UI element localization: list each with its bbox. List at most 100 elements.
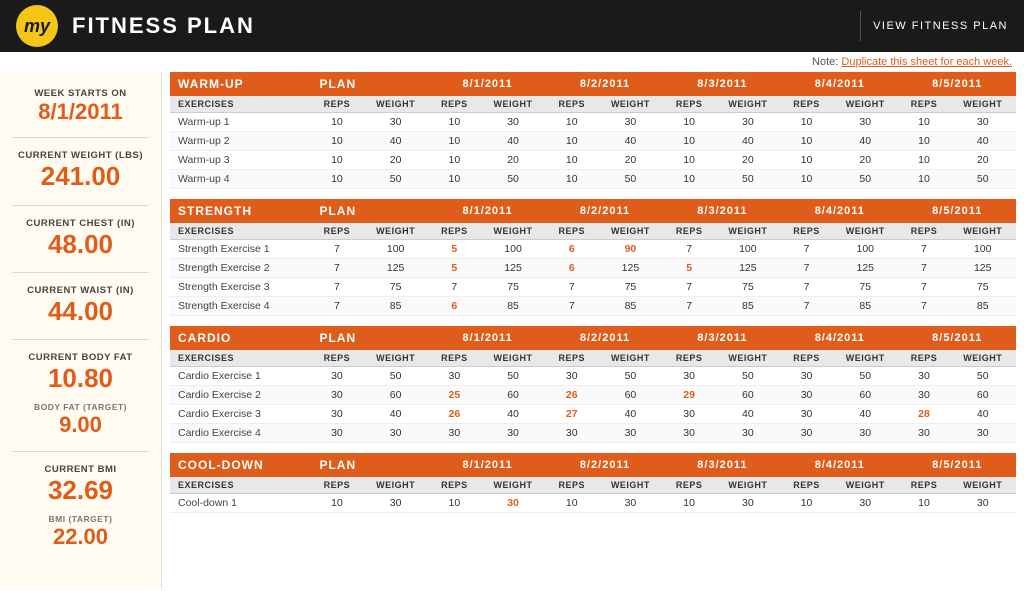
day-reps: 7	[781, 297, 832, 316]
sidebar-divider-1	[12, 137, 149, 138]
plan-reps: 10	[311, 113, 362, 132]
plan-reps: 7	[311, 297, 362, 316]
day-weight: 85	[480, 297, 546, 316]
day-reps: 7	[664, 297, 715, 316]
day-reps: 7	[899, 259, 950, 278]
day-reps: 30	[664, 405, 715, 424]
day-reps: 7	[781, 278, 832, 297]
day-reps: 7	[781, 259, 832, 278]
section-header-row: WARM-UPPLAN8/1/20118/2/20118/3/20118/4/2…	[170, 72, 1016, 96]
day-reps: 7	[899, 297, 950, 316]
plan-reps: 30	[311, 405, 362, 424]
day-weight: 75	[949, 278, 1016, 297]
day-reps-header: REPS	[429, 223, 480, 240]
plan-weight: 125	[362, 259, 428, 278]
day-reps-header: REPS	[664, 350, 715, 367]
day-reps: 10	[429, 494, 480, 513]
exercise-name: Cool-down 1	[170, 494, 311, 513]
exercise-name: Warm-up 3	[170, 151, 311, 170]
day-weight: 60	[597, 386, 663, 405]
exercises-col-header: EXERCISES	[170, 96, 311, 113]
day-reps-header: REPS	[899, 223, 950, 240]
plan-reps: 10	[311, 170, 362, 189]
day-reps-header: REPS	[781, 96, 832, 113]
day-weight: 30	[597, 424, 663, 443]
table-warm-up: WARM-UPPLAN8/1/20118/2/20118/3/20118/4/2…	[170, 72, 1016, 189]
day-reps: 10	[664, 132, 715, 151]
plan-weight: 30	[362, 494, 428, 513]
day-weight: 20	[715, 151, 781, 170]
plan-weight: 40	[362, 132, 428, 151]
day-weight: 20	[832, 151, 898, 170]
exercise-name: Strength Exercise 3	[170, 278, 311, 297]
current-bmi-value: 32.69	[12, 475, 149, 506]
day-reps-header: REPS	[899, 96, 950, 113]
day-weight-header: WEIGHT	[715, 223, 781, 240]
exercises-col-header: EXERCISES	[170, 477, 311, 494]
day-weight: 100	[832, 240, 898, 259]
table-row: Warm-up 1103010301030103010301030	[170, 113, 1016, 132]
day-reps: 10	[664, 170, 715, 189]
date-header: 8/4/2011	[781, 199, 898, 223]
week-starts-item: WEEK STARTS ON 8/1/2011	[12, 88, 149, 125]
day-weight: 100	[715, 240, 781, 259]
current-bmi-label: CURRENT BMI	[12, 464, 149, 475]
day-weight: 90	[597, 240, 663, 259]
day-weight: 50	[832, 170, 898, 189]
day-weight: 30	[715, 424, 781, 443]
day-reps: 10	[664, 151, 715, 170]
day-reps: 30	[546, 367, 597, 386]
exercise-name: Cardio Exercise 4	[170, 424, 311, 443]
week-starts-value: 8/1/2011	[12, 99, 149, 125]
plan-reps: 7	[311, 240, 362, 259]
day-weight: 50	[480, 367, 546, 386]
day-weight: 50	[949, 170, 1016, 189]
day-reps: 10	[781, 170, 832, 189]
day-reps: 10	[664, 113, 715, 132]
date-header: 8/1/2011	[429, 72, 546, 96]
day-weight-header: WEIGHT	[949, 96, 1016, 113]
day-weight-header: WEIGHT	[832, 477, 898, 494]
day-weight: 60	[949, 386, 1016, 405]
exercise-name: Cardio Exercise 2	[170, 386, 311, 405]
day-weight: 50	[597, 170, 663, 189]
sidebar-divider-4	[12, 339, 149, 340]
day-weight-header: WEIGHT	[597, 477, 663, 494]
section-cardio: CARDIOPLAN8/1/20118/2/20118/3/20118/4/20…	[170, 326, 1016, 443]
section-name: STRENGTH	[170, 199, 311, 223]
day-reps: 30	[899, 367, 950, 386]
day-reps: 29	[664, 386, 715, 405]
plan-weight: 75	[362, 278, 428, 297]
table-row: Cardio Exercise 330402640274030403040284…	[170, 405, 1016, 424]
plan-reps: 10	[311, 494, 362, 513]
exercise-name: Warm-up 2	[170, 132, 311, 151]
col-header-row: EXERCISESREPSWEIGHTREPSWEIGHTREPSWEIGHTR…	[170, 223, 1016, 240]
day-weight: 30	[480, 494, 546, 513]
date-header: 8/1/2011	[429, 453, 546, 477]
date-header: 8/3/2011	[664, 199, 781, 223]
plan-reps: 30	[311, 424, 362, 443]
day-weight: 75	[715, 278, 781, 297]
day-weight-header: WEIGHT	[715, 96, 781, 113]
day-weight-header: WEIGHT	[597, 350, 663, 367]
logo: my	[16, 5, 58, 47]
day-reps: 10	[546, 151, 597, 170]
day-weight: 50	[480, 170, 546, 189]
plan-weight: 60	[362, 386, 428, 405]
day-weight: 85	[597, 297, 663, 316]
week-starts-label: WEEK STARTS ON	[12, 88, 149, 99]
current-chest-item: CURRENT CHEST (IN) 48.00	[12, 218, 149, 260]
view-plan-button[interactable]: VIEW FITNESS PLAN	[873, 20, 1008, 32]
date-header: 8/5/2011	[899, 72, 1017, 96]
sidebar: WEEK STARTS ON 8/1/2011 CURRENT WEIGHT (…	[0, 72, 162, 589]
day-weight-header: WEIGHT	[715, 350, 781, 367]
day-weight: 30	[480, 424, 546, 443]
day-reps: 30	[781, 405, 832, 424]
day-weight: 125	[597, 259, 663, 278]
note-link[interactable]: Duplicate this sheet for each week.	[841, 56, 1012, 68]
current-weight-value: 241.00	[12, 161, 149, 192]
sidebar-divider-2	[12, 205, 149, 206]
day-reps: 30	[664, 424, 715, 443]
day-weight: 85	[949, 297, 1016, 316]
sidebar-divider-5	[12, 451, 149, 452]
